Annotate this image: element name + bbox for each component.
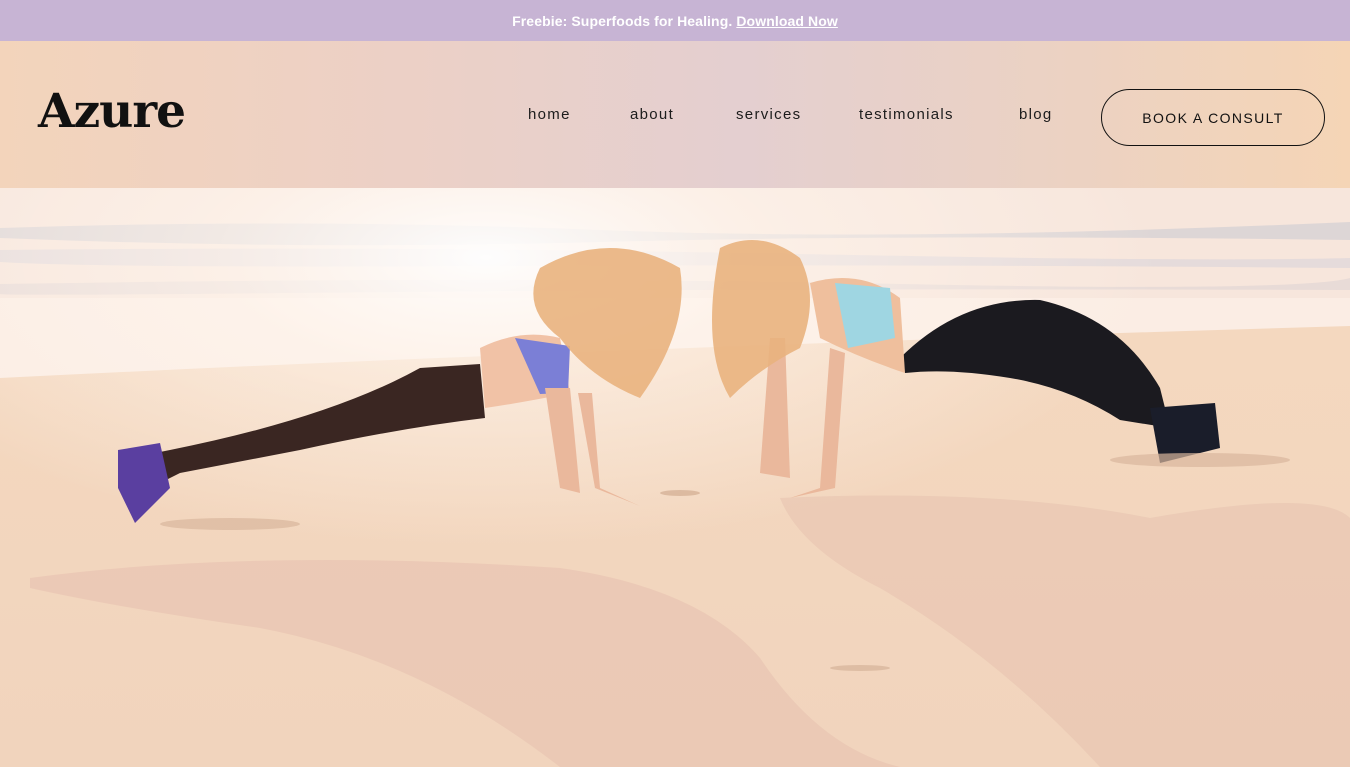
nav-home[interactable]: home	[528, 107, 571, 122]
announcement-bar: Freebie: Superfoods for Healing. Downloa…	[0, 0, 1350, 41]
nav-about[interactable]: about	[630, 107, 674, 122]
announcement-text: Freebie: Superfoods for Healing.	[512, 12, 733, 29]
beach-plank-photo	[0, 188, 1350, 767]
nav-services[interactable]: services	[736, 107, 801, 122]
download-now-link[interactable]: Download Now	[736, 13, 838, 29]
hero-image	[0, 188, 1350, 767]
nav-blog[interactable]: blog	[1019, 107, 1053, 122]
site-header: Azure home about services testimonials b…	[0, 41, 1350, 188]
nav-testimonials[interactable]: testimonials	[859, 107, 954, 122]
book-consult-button[interactable]: BOOK A CONSULT	[1101, 89, 1325, 146]
